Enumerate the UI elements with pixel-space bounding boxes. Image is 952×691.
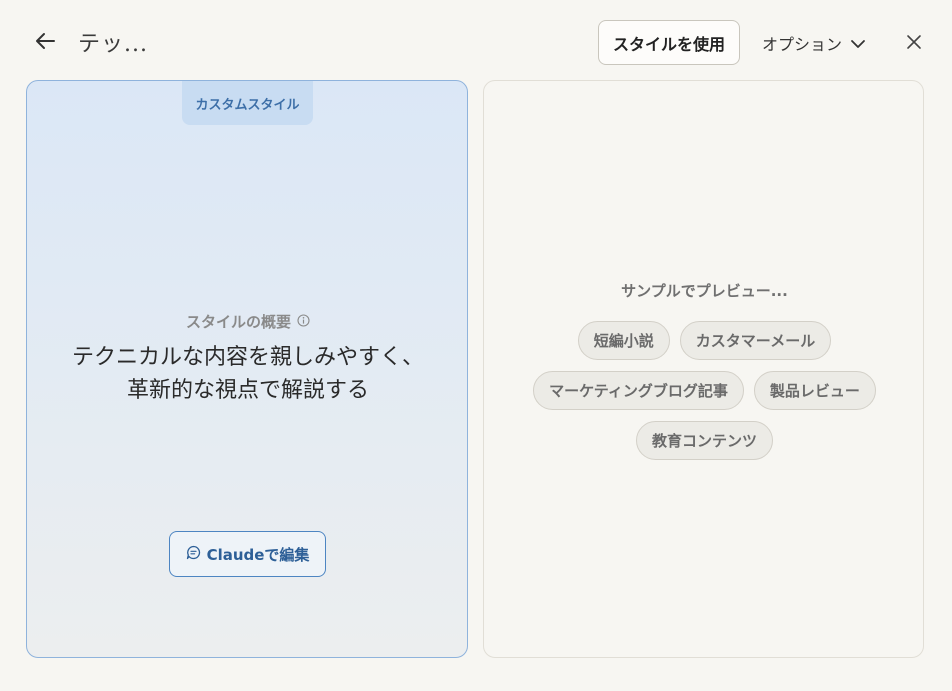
chevron-down-icon <box>850 34 866 53</box>
edit-label: Claudeで編集 <box>206 545 310 564</box>
sample-chip-education-content[interactable]: 教育コンテンツ <box>635 421 773 460</box>
style-dialog: テッ... スタイルを使用 オプション カスタムスタイル スタイルの概要 テクニ… <box>0 0 952 691</box>
close-icon <box>906 34 922 54</box>
custom-style-panel: カスタムスタイル スタイルの概要 テクニカルな内容を親しみやすく、革新的な視点で… <box>26 80 468 658</box>
page-title: テッ... <box>78 32 148 57</box>
sample-chip-marketing-blog[interactable]: マーケティングブログ記事 <box>533 371 744 410</box>
sample-chip-customer-email[interactable]: カスタマーメール <box>679 321 832 360</box>
sample-chip-short-story[interactable]: 短編小説 <box>577 321 670 360</box>
options-label: オプション <box>762 35 843 54</box>
preview-panel: サンプルでプレビュー... 短編小説 カスタマーメール マーケティングブログ記事… <box>483 80 924 658</box>
arrow-left-icon <box>34 32 56 54</box>
style-overview-text: テクニカルな内容を親しみやすく、革新的な視点で解説する <box>71 345 424 403</box>
sample-chip-product-review[interactable]: 製品レビュー <box>753 371 876 410</box>
close-button[interactable] <box>902 32 926 56</box>
options-dropdown[interactable]: オプション <box>762 30 866 56</box>
chat-bubble-icon <box>186 545 201 564</box>
sample-chips: 短編小説 カスタマーメール マーケティングブログ記事 製品レビュー 教育コンテン… <box>524 321 885 460</box>
dialog-header: テッ... スタイルを使用 オプション <box>0 0 952 80</box>
info-icon[interactable] <box>297 313 310 331</box>
overview-label: スタイルの概要 <box>185 313 291 331</box>
custom-style-tab: カスタムスタイル <box>182 81 313 125</box>
use-style-button[interactable]: スタイルを使用 <box>598 20 740 65</box>
preview-heading: サンプルでプレビュー... <box>621 282 788 300</box>
back-button[interactable] <box>30 28 60 58</box>
edit-with-claude-button[interactable]: Claudeで編集 <box>169 531 326 577</box>
style-overview-heading: スタイルの概要 <box>27 311 469 332</box>
